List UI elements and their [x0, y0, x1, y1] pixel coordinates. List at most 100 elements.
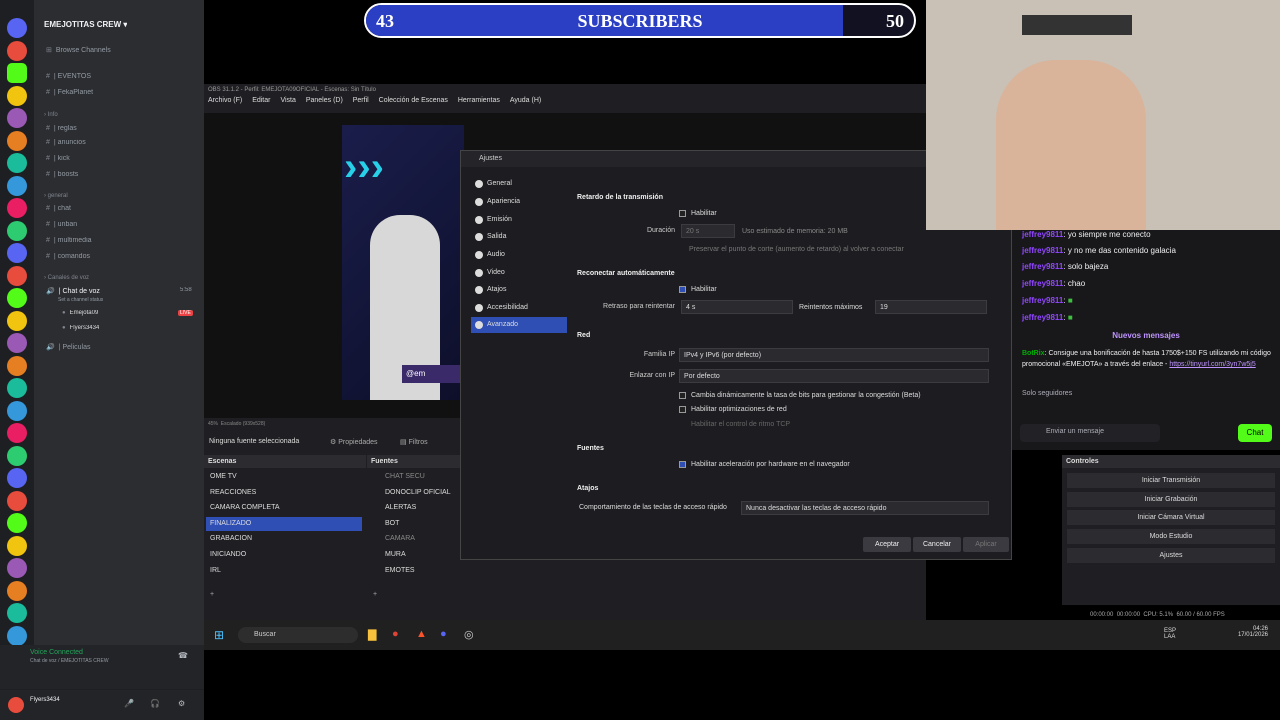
server-icon[interactable] — [7, 310, 27, 331]
channel-reglas[interactable]: # | reglas — [46, 125, 77, 132]
add-source-icon[interactable]: + — [373, 591, 377, 598]
aceleracion-checkbox[interactable] — [679, 461, 686, 468]
server-icon[interactable] — [7, 85, 27, 106]
source-item[interactable]: CAMARA — [385, 535, 415, 542]
server-icon[interactable] — [7, 513, 27, 533]
duracion-field[interactable]: 20 s — [681, 224, 735, 238]
category-voice[interactable]: › Canales de voz — [44, 275, 89, 281]
channel-comandos[interactable]: # | comandos — [46, 253, 90, 260]
server-icon[interactable] — [7, 445, 27, 466]
virtual-camera-button[interactable]: Iniciar Cámara Virtual — [1067, 510, 1275, 525]
clock[interactable]: 04:26 17/01/2026 — [1228, 626, 1268, 638]
nav-accesibilidad[interactable]: Accesibilidad — [471, 300, 567, 316]
chat-input[interactable]: Enviar un mensaje — [1020, 424, 1160, 442]
start-recording-button[interactable]: Iniciar Grabación — [1067, 492, 1275, 507]
nav-general[interactable]: General — [471, 176, 567, 192]
discord-icon[interactable]: ● — [440, 628, 447, 640]
folder-icon[interactable]: ▇ — [368, 628, 376, 641]
nav-video[interactable]: Video — [471, 265, 567, 281]
channel-unban[interactable]: # | unban — [46, 221, 77, 228]
category-general[interactable]: › general — [44, 193, 68, 199]
scene-item-selected[interactable]: FINALIZADO — [206, 517, 362, 531]
scene-item[interactable]: OME TV — [210, 473, 237, 480]
channel-fekaplanet[interactable]: # | FekaPlanet — [46, 89, 93, 96]
browse-channels[interactable]: ⊞ Browse Channels — [46, 46, 111, 54]
server-icon[interactable] — [7, 580, 27, 601]
menu-perfil[interactable]: Perfil — [353, 97, 369, 104]
source-item[interactable]: CHAT SECU — [385, 473, 425, 480]
nav-salida[interactable]: Salida — [471, 229, 567, 245]
server-icon[interactable] — [7, 603, 27, 623]
menu-coleccion[interactable]: Colección de Escenas — [379, 97, 448, 104]
server-icon[interactable] — [7, 558, 27, 578]
chrome-icon[interactable]: ● — [392, 628, 399, 640]
server-icon[interactable] — [7, 153, 27, 173]
headset-icon[interactable]: 🎧 — [150, 699, 160, 708]
scene-item[interactable]: INICIANDO — [210, 551, 246, 558]
voice-user[interactable]: ● Emejota09 — [62, 310, 98, 316]
channel-eventos[interactable]: # | EVENTOS — [46, 73, 91, 80]
cambia-checkbox[interactable] — [679, 392, 686, 399]
server-icon[interactable] — [7, 490, 27, 511]
server-icon[interactable] — [7, 378, 27, 398]
nav-emision[interactable]: Emisión — [471, 212, 567, 228]
add-scene-icon[interactable]: + — [210, 591, 214, 598]
zoom-level[interactable]: 45% Escalado (939x528) — [208, 421, 265, 427]
voice-connected-sub[interactable]: Chat de voz / EMEJOTITAS CREW — [30, 658, 109, 664]
avatar[interactable] — [8, 697, 24, 713]
source-item[interactable]: BOT — [385, 520, 399, 527]
taskbar-search[interactable]: Buscar — [238, 627, 358, 643]
menu-vista[interactable]: Vista — [280, 97, 295, 104]
channel-peliculas[interactable]: 🔊 | Peliculas — [46, 343, 91, 351]
gear-icon[interactable]: ⚙ — [178, 699, 185, 708]
menu-archivo[interactable]: Archivo (F) — [208, 97, 242, 104]
cancelar-button[interactable]: Cancelar — [913, 537, 961, 552]
source-item[interactable]: DONOCLIP OFICIAL — [385, 489, 451, 496]
scene-item[interactable]: REACCIONES — [210, 489, 256, 496]
server-icon[interactable] — [7, 175, 27, 196]
server-icon[interactable] — [7, 130, 27, 151]
server-icon[interactable] — [7, 535, 27, 556]
retardo-checkbox[interactable] — [679, 210, 686, 217]
enlazar-select[interactable]: Por defecto — [679, 369, 989, 383]
source-item[interactable]: EMOTES — [385, 567, 415, 574]
menu-ayuda[interactable]: Ayuda (H) — [510, 97, 541, 104]
aceptar-button[interactable]: Aceptar — [863, 537, 911, 552]
disconnect-icon[interactable]: ☎ — [178, 651, 188, 660]
server-name[interactable]: EMEJOTITAS CREW ▾ — [44, 20, 127, 29]
server-icon[interactable] — [7, 333, 27, 353]
server-icon[interactable] — [7, 288, 27, 308]
nav-atajos[interactable]: Atajos — [471, 282, 567, 298]
nav-avanzado[interactable]: Avanzado — [471, 317, 567, 333]
voice-status[interactable]: Set a channel status — [58, 297, 103, 303]
source-item[interactable]: ALERTAS — [385, 504, 416, 511]
server-icon[interactable] — [7, 400, 27, 421]
server-icon[interactable] — [7, 265, 27, 286]
server-icon[interactable] — [7, 18, 27, 38]
mic-icon[interactable]: 🎤 — [124, 699, 134, 708]
properties-button[interactable]: ⚙ Propiedades — [330, 438, 378, 446]
server-icon[interactable] — [7, 40, 27, 61]
server-icon[interactable] — [7, 63, 27, 83]
channel-boosts[interactable]: # | boosts — [46, 171, 78, 178]
chat-send-button[interactable]: Chat — [1238, 424, 1272, 442]
server-icon[interactable] — [7, 468, 27, 488]
nav-audio[interactable]: Audio — [471, 247, 567, 263]
channel-kick[interactable]: # | kick — [46, 155, 70, 162]
retraso-field[interactable]: 4 s — [681, 300, 793, 314]
source-item[interactable]: MURA — [385, 551, 406, 558]
optimizaciones-checkbox[interactable] — [679, 406, 686, 413]
studio-mode-button[interactable]: Modo Estudio — [1067, 529, 1275, 544]
menu-paneles[interactable]: Paneles (D) — [306, 97, 343, 104]
familia-select[interactable]: IPv4 y IPv6 (por defecto) — [679, 348, 989, 362]
language-indicator[interactable]: ESP LAA — [1164, 628, 1184, 640]
channel-anuncios[interactable]: # | anuncios — [46, 139, 86, 146]
aplicar-button[interactable]: Aplicar — [963, 537, 1009, 552]
channel-multimedia[interactable]: # | multimedia — [46, 237, 92, 244]
server-icon[interactable] — [7, 220, 27, 241]
windows-start-icon[interactable]: ⊞ — [214, 628, 224, 642]
server-icon[interactable] — [7, 243, 27, 263]
server-icon[interactable] — [7, 198, 27, 218]
server-icon[interactable] — [7, 355, 27, 376]
category-info[interactable]: › Info — [44, 112, 58, 118]
